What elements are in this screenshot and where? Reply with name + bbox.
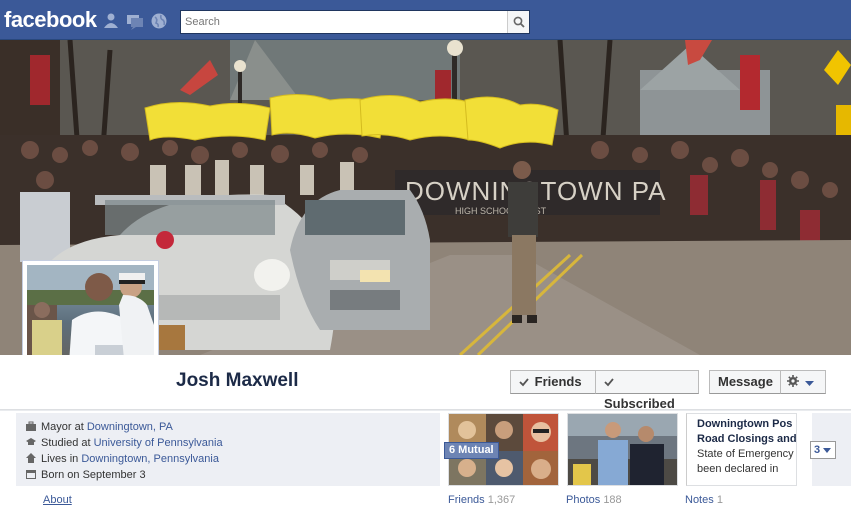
photos-tile-image <box>568 414 677 485</box>
chevron-down-icon <box>804 381 814 386</box>
more-apps-count: 3 <box>814 444 821 456</box>
fact-education-link[interactable]: University of Pennsylvania <box>94 437 223 449</box>
fact-education-prefix: Studied at <box>41 437 94 449</box>
checkmark-icon <box>604 378 614 387</box>
notifications-globe-icon[interactable] <box>150 12 168 30</box>
fact-education: Studied at University of Pennsylvania <box>26 435 223 451</box>
notes-tile-label[interactable]: Notes 1 <box>685 494 723 506</box>
profile-facts-box: Mayor at Downingtown, PA Studied at Univ… <box>16 413 440 486</box>
notes-count: 1 <box>716 494 723 506</box>
about-link[interactable]: About <box>43 494 72 506</box>
settings-dropdown-button[interactable] <box>780 370 826 394</box>
friend-requests-icon[interactable] <box>102 12 120 30</box>
fact-residence-link[interactable]: Downingtown, Pennsylvania <box>81 453 219 465</box>
friends-count: 1,367 <box>487 494 516 506</box>
search-button[interactable] <box>507 11 529 33</box>
messages-icon[interactable] <box>126 12 144 30</box>
fact-residence: Lives in Downingtown, Pennsylvania <box>26 451 219 467</box>
fact-residence-prefix: Lives in <box>41 453 82 465</box>
facebook-logo[interactable]: facebook <box>4 7 97 33</box>
gear-icon <box>787 375 799 387</box>
notes-label: Notes <box>685 494 714 506</box>
graduation-cap-icon <box>26 438 36 445</box>
mutual-friends-badge[interactable]: 6 Mutual <box>444 442 499 459</box>
more-apps-dropdown[interactable]: 3 <box>810 441 836 459</box>
fact-work-link[interactable]: Downingtown, PA <box>87 421 173 433</box>
search-input[interactable] <box>185 14 505 30</box>
calendar-icon <box>26 470 36 479</box>
fact-birthday-text: Born on September 3 <box>41 469 146 481</box>
fact-work-prefix: Mayor at <box>41 421 87 433</box>
fact-birthday: Born on September 3 <box>26 467 146 483</box>
note-title-line: Downingtown Pos <box>697 418 793 430</box>
fact-work: Mayor at Downingtown, PA <box>26 419 173 435</box>
subscribed-button[interactable]: Subscribed <box>595 370 699 411</box>
message-button-label: Message <box>718 374 773 389</box>
house-icon <box>26 453 36 463</box>
message-button[interactable]: Message <box>709 370 781 394</box>
friends-tile-label[interactable]: Friends 1,367 <box>448 494 515 506</box>
photos-tile-label[interactable]: Photos 188 <box>566 494 622 506</box>
note-body-line: been declared in <box>697 463 779 475</box>
top-bar: facebook <box>0 0 851 40</box>
search-box <box>180 10 530 34</box>
friends-button-label: Friends <box>534 374 582 389</box>
note-title-line: Road Closings and <box>697 433 797 445</box>
photos-count: 188 <box>603 494 622 506</box>
friends-label: Friends <box>448 494 485 506</box>
checkmark-icon <box>519 378 529 387</box>
notes-tile[interactable]: Downingtown Pos Road Closings and State … <box>686 413 797 486</box>
search-icon <box>513 16 525 28</box>
photos-tile[interactable] <box>567 413 678 486</box>
chevron-down-icon <box>823 448 832 453</box>
photos-label: Photos <box>566 494 601 506</box>
friends-button[interactable]: Friends <box>510 370 596 394</box>
note-body-line: State of Emergency h <box>697 448 797 460</box>
briefcase-icon <box>26 421 36 431</box>
profile-name[interactable]: Josh Maxwell <box>176 370 299 392</box>
subscribed-button-label: Subscribed <box>604 396 675 411</box>
